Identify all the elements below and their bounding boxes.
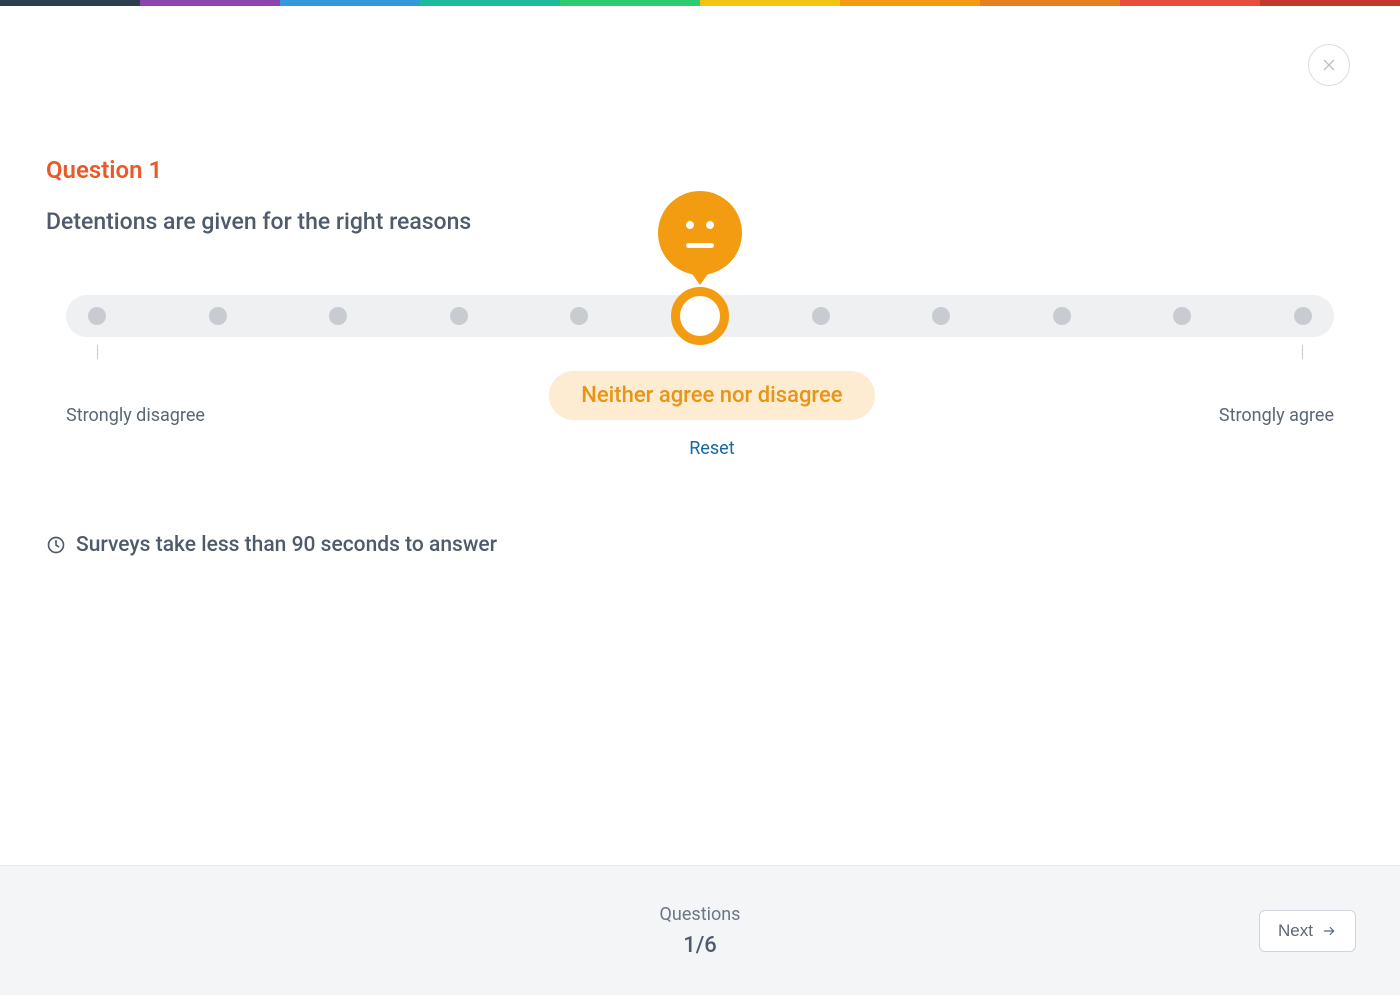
slider-step[interactable] (932, 307, 950, 325)
slider-value-pill: Neither agree nor disagree (549, 371, 874, 420)
arrow-right-icon (1321, 924, 1337, 938)
question-counter: 1/6 (660, 933, 741, 958)
clock-icon (46, 535, 66, 555)
slider-step[interactable] (209, 307, 227, 325)
slider-handle[interactable] (671, 287, 729, 345)
survey-content: Question 1 Detentions are given for the … (0, 6, 1400, 557)
slider-max-label: Strongly agree (1219, 405, 1334, 426)
slider-min-label: Strongly disagree (66, 405, 205, 426)
reset-link[interactable]: Reset (689, 438, 734, 459)
footer-label: Questions (660, 904, 741, 925)
slider-step[interactable] (450, 307, 468, 325)
rainbow-topbar (0, 0, 1400, 6)
survey-hint: Surveys take less than 90 seconds to ans… (46, 533, 1354, 557)
likert-slider: Strongly disagree Neither agree nor disa… (66, 295, 1334, 459)
slider-step[interactable] (1173, 307, 1191, 325)
slider-step[interactable] (88, 307, 106, 325)
survey-footer: Questions 1/6 Next (0, 865, 1400, 995)
slider-step[interactable] (329, 307, 347, 325)
question-number: Question 1 (46, 156, 1354, 184)
close-icon (1321, 57, 1337, 73)
slider-step[interactable] (812, 307, 830, 325)
next-button-label: Next (1278, 921, 1313, 941)
slider-step[interactable] (1294, 307, 1312, 325)
neutral-face-icon (658, 191, 742, 275)
hint-text: Surveys take less than 90 seconds to ans… (76, 533, 497, 557)
close-button[interactable] (1308, 44, 1350, 86)
slider-step[interactable] (1053, 307, 1071, 325)
slider-ticks (66, 345, 1334, 365)
next-button[interactable]: Next (1259, 910, 1356, 952)
slider-step[interactable] (570, 307, 588, 325)
slider-track[interactable] (66, 295, 1334, 337)
